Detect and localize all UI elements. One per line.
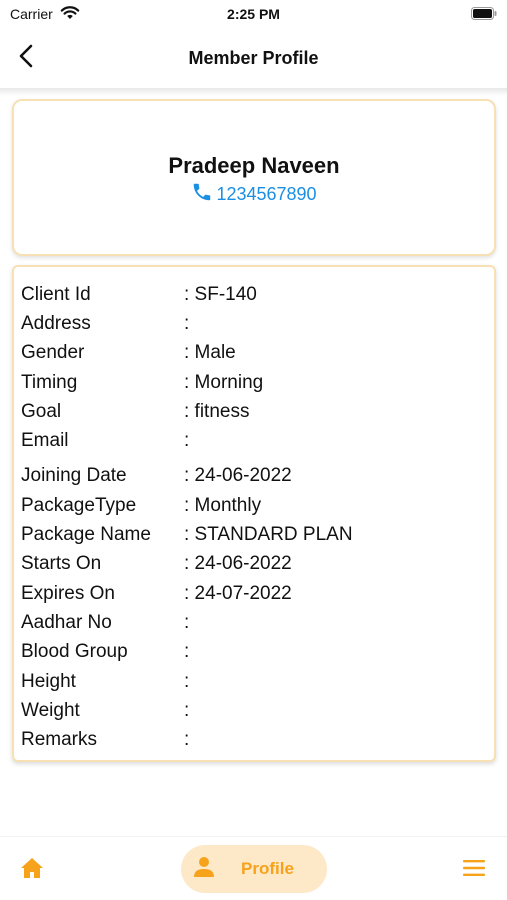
member-header-card: Pradeep Naveen 1234567890 — [12, 99, 496, 256]
detail-value: : — [184, 729, 190, 751]
detail-label: Aadhar No — [21, 611, 112, 633]
detail-label: Joining Date — [21, 465, 127, 487]
detail-value: : 24-07-2022 — [184, 582, 292, 604]
detail-row-aadhar-no: Aadhar No : — [14, 608, 494, 637]
detail-label: Address — [21, 312, 91, 334]
detail-row-blood-group: Blood Group : — [14, 638, 494, 667]
detail-value: : — [184, 430, 190, 452]
phone-number: 1234567890 — [216, 184, 317, 204]
status-bar: Carrier 2:25 PM — [0, 0, 507, 30]
detail-label: PackageType — [21, 494, 137, 516]
member-name: Pradeep Naveen — [168, 153, 340, 178]
detail-value: : STANDARD PLAN — [184, 524, 353, 546]
detail-value: : 24-06-2022 — [184, 553, 292, 575]
phone-link[interactable]: 1234567890 — [14, 181, 494, 208]
status-time: 2:25 PM — [227, 6, 280, 22]
detail-value: : — [184, 611, 190, 633]
detail-row-goal: Goal : fitness — [14, 397, 494, 426]
home-tab[interactable] — [18, 856, 46, 884]
detail-label: Email — [21, 430, 69, 452]
detail-label: Expires On — [21, 582, 115, 604]
detail-row-joining-date: Joining Date : 24-06-2022 — [14, 462, 494, 491]
battery-icon — [471, 7, 497, 20]
person-icon — [181, 856, 215, 883]
menu-tab[interactable] — [461, 858, 487, 882]
profile-tab-label: Profile — [241, 859, 294, 878]
detail-value: : Monthly — [184, 494, 262, 516]
member-details-card: Client Id : SF-140 Address : Gender : Ma… — [12, 265, 496, 762]
page-title: Member Profile — [188, 48, 319, 68]
detail-value: : — [184, 312, 190, 334]
detail-value: : — [184, 670, 190, 692]
detail-row-timing: Timing : Morning — [14, 368, 494, 397]
detail-label: Blood Group — [21, 641, 128, 663]
detail-label: Goal — [21, 400, 62, 422]
detail-row-package-type: PackageType : Monthly — [14, 491, 494, 520]
detail-label: Height — [21, 670, 76, 692]
detail-row-email: Email : — [14, 426, 494, 455]
detail-row-expires-on: Expires On : 24-07-2022 — [14, 579, 494, 608]
detail-label: Timing — [21, 371, 78, 393]
detail-row-height: Height : — [14, 667, 494, 696]
detail-row-starts-on: Starts On : 24-06-2022 — [14, 550, 494, 579]
detail-row-remarks: Remarks : — [14, 725, 494, 754]
detail-value: : Morning — [184, 371, 264, 393]
profile-tab[interactable]: Profile — [181, 845, 327, 893]
detail-value: : — [184, 641, 190, 663]
detail-row-client-id: Client Id : SF-140 — [14, 280, 494, 309]
detail-label: Client Id — [21, 283, 91, 305]
nav-divider — [0, 88, 507, 96]
detail-label: Starts On — [21, 553, 102, 575]
detail-value: : SF-140 — [184, 283, 257, 305]
hamburger-menu-icon — [463, 859, 485, 882]
phone-icon — [191, 181, 216, 208]
bottom-tab-bar: Profile — [0, 836, 507, 900]
detail-row-address: Address : — [14, 309, 494, 338]
detail-value: : 24-06-2022 — [184, 465, 292, 487]
home-icon — [20, 857, 44, 884]
detail-value: : Male — [184, 342, 236, 364]
detail-label: Gender — [21, 342, 85, 364]
detail-label: Weight — [21, 699, 80, 721]
detail-value: : — [184, 699, 190, 721]
detail-row-package-name: Package Name : STANDARD PLAN — [14, 520, 494, 549]
detail-row-gender: Gender : Male — [14, 339, 494, 368]
nav-bar: Member Profile — [0, 30, 507, 88]
detail-value: : fitness — [184, 400, 250, 422]
detail-row-weight: Weight : — [14, 696, 494, 725]
detail-label: Remarks — [21, 729, 98, 751]
detail-label: Package Name — [21, 524, 151, 546]
